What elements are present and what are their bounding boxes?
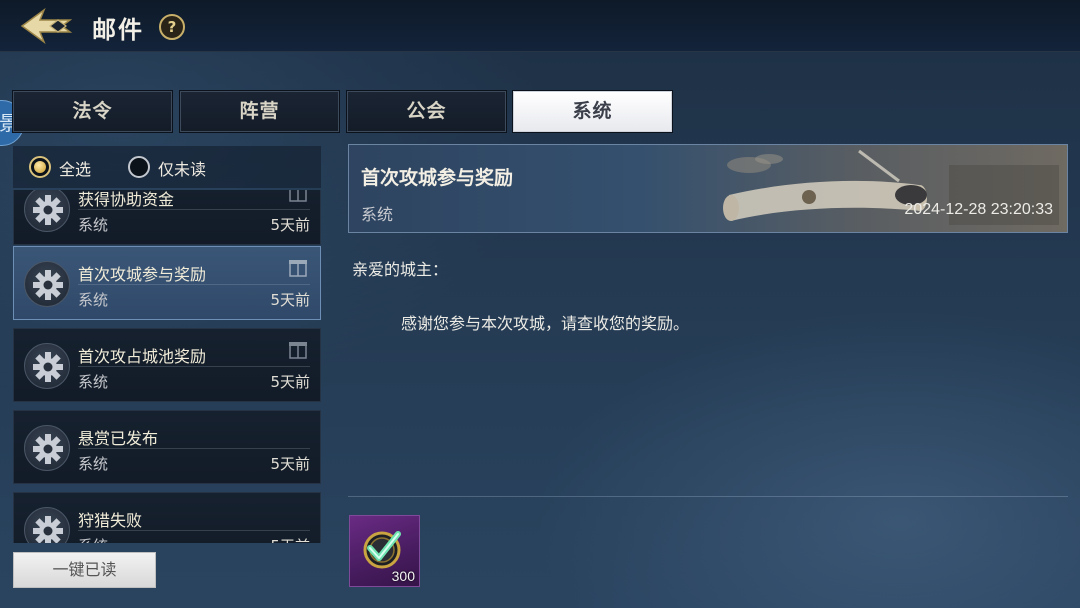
gear-icon (24, 425, 70, 471)
attachment-divider (348, 496, 1068, 497)
unread-only-radio[interactable]: 仅未读 (128, 156, 218, 179)
gift-icon (289, 260, 307, 277)
mail-detail-datetime: 2024-12-28 23:20:33 (904, 201, 1053, 218)
mail-sender: 系统 (78, 216, 109, 234)
gear-icon (24, 190, 70, 232)
mail-detail-sender: 系统 (361, 205, 394, 224)
mail-time: 5天前 (270, 291, 310, 309)
unread-only-label: 仅未读 (158, 160, 207, 179)
mail-item[interactable]: 悬赏已发布 系统 5天前 (13, 410, 321, 484)
divider (78, 366, 310, 367)
radio-unchecked-icon (128, 156, 150, 178)
mail-detail-title: 首次攻城参与奖励 (361, 167, 514, 189)
divider (78, 530, 310, 531)
mail-item-selected[interactable]: 首次攻城参与奖励 系统 5天前 (13, 246, 321, 320)
mail-greeting: 亲爱的城主： (352, 260, 449, 279)
mail-title: 获得协助资金 (78, 190, 175, 209)
gift-icon (289, 190, 307, 202)
top-bar: 邮件 ? (0, 0, 1080, 52)
mail-detail-header: 首次攻城参与奖励 系统 2024-12-28 23:20:33 (348, 144, 1068, 233)
mail-sender: 系统 (78, 455, 109, 473)
read-all-button[interactable]: 一键已读 (13, 552, 156, 588)
select-all-label: 全选 (59, 160, 92, 179)
tab-system[interactable]: 系统 (512, 90, 673, 133)
mail-sender: 系统 (78, 291, 109, 309)
radio-checked-icon (29, 156, 51, 178)
mail-title: 狩猎失败 (78, 511, 143, 530)
select-all-radio[interactable]: 全选 (29, 156, 99, 179)
mail-body: 感谢您参与本次攻城，请查收您的奖励。 (401, 314, 690, 333)
scroll-illustration-icon (723, 149, 1059, 225)
mail-item[interactable]: 获得协助资金 系统 5天前 (13, 190, 321, 245)
mail-title: 首次攻占城池奖励 (78, 347, 207, 366)
back-arrow-icon (20, 7, 73, 45)
help-button[interactable]: ? (159, 14, 185, 40)
gold-coin-check-icon (363, 531, 401, 569)
mail-list[interactable]: 获得协助资金 系统 5天前 首次攻城参与奖励 系统 5天前 首次攻占城池奖励 系… (13, 190, 323, 543)
mail-title: 首次攻城参与奖励 (78, 265, 207, 284)
mail-item[interactable]: 狩猎失败 系统 5天前 (13, 492, 321, 543)
mail-title: 悬赏已发布 (78, 429, 159, 448)
mail-time: 5天前 (270, 535, 310, 543)
divider (78, 284, 310, 285)
gear-icon (24, 507, 70, 543)
divider (78, 209, 310, 210)
mail-sender: 系统 (78, 373, 109, 391)
reward-attachment[interactable]: 300 (349, 515, 420, 587)
attachment-quantity: 300 (391, 568, 415, 584)
mail-time: 5天前 (270, 373, 310, 391)
gear-icon (24, 261, 70, 307)
mail-sender: 系统 (78, 535, 108, 543)
tab-faction[interactable]: 阵营 (179, 90, 340, 133)
mail-time: 5天前 (270, 455, 310, 473)
mail-item[interactable]: 首次攻占城池奖励 系统 5天前 (13, 328, 321, 402)
gift-icon (289, 342, 307, 359)
tab-guild[interactable]: 公会 (346, 90, 507, 133)
tab-decree[interactable]: 法令 (12, 90, 173, 133)
divider (78, 448, 310, 449)
mail-time: 5天前 (270, 216, 310, 234)
gear-icon (24, 343, 70, 389)
back-button[interactable] (18, 6, 76, 46)
filter-row: 全选 仅未读 (13, 146, 321, 188)
page-title: 邮件 (92, 16, 144, 44)
